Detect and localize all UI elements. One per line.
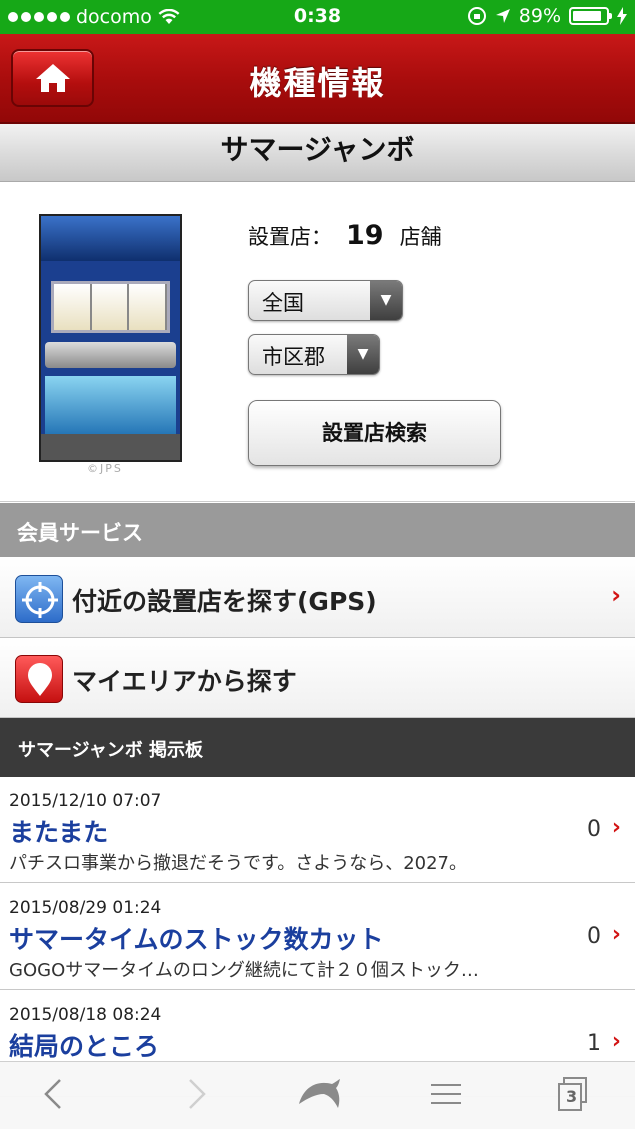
shop-search-button[interactable]: 設置店検索 [248, 400, 501, 466]
member-service-heading: 会員サービス [17, 521, 143, 545]
board-post[interactable]: 2015/12/10 07:07 またまた パチスロ事業から撤退だそうです。さよ… [0, 777, 635, 883]
battery-icon [569, 7, 612, 25]
status-bar: docomo 0:38 89% [0, 0, 635, 34]
my-area-search-label: マイエリアから探す [72, 667, 297, 696]
shop-count: 設置店： 19 店舗 [248, 220, 442, 251]
app-header: 機種情報 [0, 34, 635, 124]
tabs-button[interactable]: 3 [556, 1074, 590, 1114]
board-post[interactable]: 2015/08/29 01:24 サマータイムのストック数カット GOGOサマー… [0, 884, 635, 990]
post-date: 2015/08/18 08:24 [9, 1005, 162, 1025]
member-service-header: 会員サービス [0, 503, 635, 557]
chevron-right-icon: › [611, 815, 621, 840]
my-area-search-row[interactable]: マイエリアから探す [0, 638, 635, 718]
rotation-lock-icon [467, 7, 486, 25]
browser-toolbar: 3 [0, 1061, 635, 1129]
charging-bolt-icon [617, 7, 627, 25]
post-excerpt: パチスロ事業から撤退だそうです。さようなら、2027。 [9, 853, 468, 874]
location-arrow-icon [495, 9, 510, 23]
chevron-right-icon: › [611, 1029, 621, 1054]
tabs-count: 3 [566, 1087, 578, 1106]
shop-count-value: 19 [346, 220, 384, 251]
board-heading: サマージャンボ 掲示板 [18, 740, 204, 761]
post-comment-count: 0 [587, 817, 601, 842]
gps-search-label: 付近の設置店を探す(GPS) [72, 587, 377, 616]
back-icon[interactable] [40, 1074, 66, 1114]
battery-percent: 89% [518, 5, 561, 27]
gps-target-icon [15, 575, 63, 623]
shop-count-label: 設置店： [248, 225, 332, 249]
city-select-value: 市区郡 [262, 345, 325, 369]
machine-name: サマージャンボ [220, 133, 415, 166]
menu-icon[interactable] [430, 1074, 462, 1114]
machine-image [39, 214, 182, 462]
image-copyright: ©JPS [87, 462, 123, 475]
board-header: サマージャンボ 掲示板 [0, 718, 635, 777]
post-excerpt: GOGOサマータイムのロング継続にて計２０個ストック… [9, 960, 479, 981]
map-pin-icon [15, 655, 63, 703]
dropdown-arrow-icon: ▼ [370, 281, 402, 320]
post-title[interactable]: 結局のところ [9, 1027, 159, 1063]
machine-info-panel: ©JPS 設置店： 19 店舗 全国 ▼ 市区郡 ▼ 設置店検索 [0, 182, 635, 502]
forward-icon[interactable] [184, 1074, 210, 1114]
post-comment-count: 1 [587, 1031, 601, 1056]
dropdown-arrow-icon: ▼ [347, 335, 379, 374]
page-title: 機種情報 [249, 64, 386, 102]
chevron-right-icon: › [611, 581, 621, 609]
gps-search-row[interactable]: 付近の設置店を探す(GPS) › [0, 558, 635, 638]
region-select[interactable]: 全国 ▼ [248, 280, 403, 321]
dolphin-icon[interactable] [296, 1074, 342, 1114]
post-comment-count: 0 [587, 924, 601, 949]
post-date: 2015/12/10 07:07 [9, 791, 162, 811]
post-title[interactable]: サマータイムのストック数カット [9, 920, 384, 956]
region-select-value: 全国 [262, 291, 304, 315]
chevron-right-icon: › [611, 922, 621, 947]
city-select[interactable]: 市区郡 ▼ [248, 334, 380, 375]
shop-count-unit: 店舗 [399, 225, 442, 249]
machine-name-bar: サマージャンボ [0, 124, 635, 182]
post-date: 2015/08/29 01:24 [9, 898, 162, 918]
post-title[interactable]: またまた [9, 813, 108, 849]
